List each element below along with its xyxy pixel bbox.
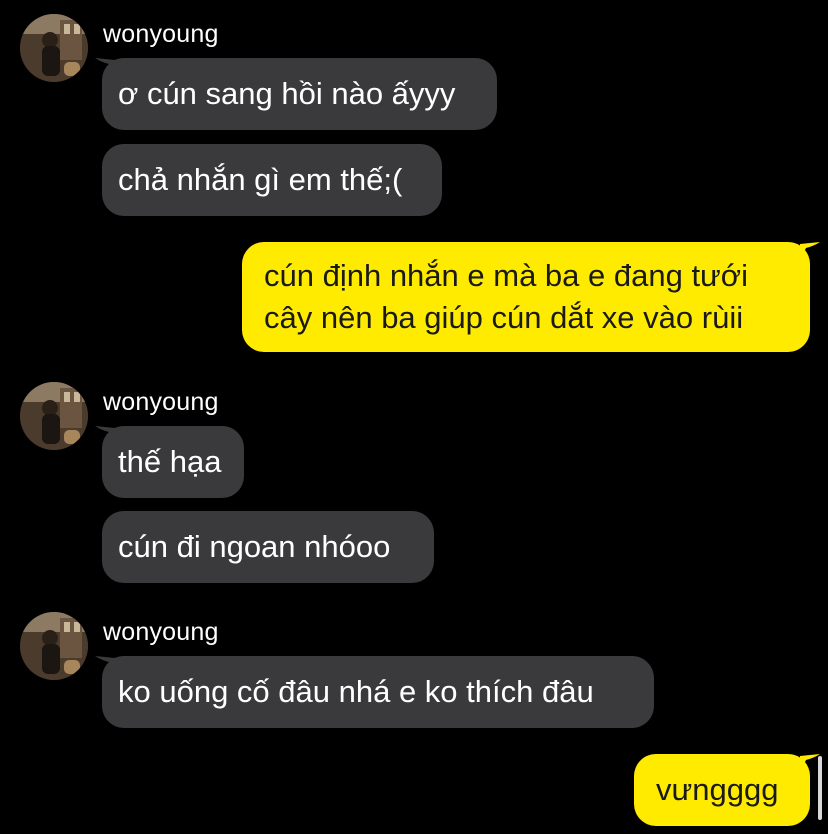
avatar-photo-icon — [20, 382, 88, 450]
message-text: cún định nhắn e mà ba e đang tưới cây nê… — [264, 258, 749, 335]
message-bubble-outgoing[interactable]: vưngggg — [634, 754, 810, 826]
avatar-photo-icon — [20, 612, 88, 680]
sender-name: wonyoung — [103, 388, 219, 416]
sender-name: wonyoung — [103, 20, 219, 48]
bubble-tail-icon — [800, 754, 820, 772]
message-text: chả nhắn gì em thế;( — [118, 162, 403, 197]
chat-window: wonyoung ơ cún sang hồi nào ấyyy chả nhắ… — [0, 0, 828, 834]
message-bubble-incoming[interactable]: ơ cún sang hồi nào ấyyy — [102, 58, 497, 130]
message-bubble-incoming[interactable]: ko uống cố đâu nhá e ko thích đâu — [102, 656, 654, 728]
avatar[interactable] — [20, 612, 88, 680]
message-bubble-incoming[interactable]: cún đi ngoan nhóoo — [102, 511, 434, 583]
bubble-tail-icon — [800, 242, 820, 260]
message-text: thế hạa — [118, 444, 222, 479]
message-text: cún đi ngoan nhóoo — [118, 529, 391, 564]
avatar[interactable] — [20, 14, 88, 82]
message-text: ơ cún sang hồi nào ấyyy — [118, 76, 456, 111]
message-bubble-incoming[interactable]: chả nhắn gì em thế;( — [102, 144, 442, 216]
message-bubble-outgoing[interactable]: cún định nhắn e mà ba e đang tưới cây nê… — [242, 242, 810, 352]
sender-name: wonyoung — [103, 618, 219, 646]
message-text: vưngggg — [656, 772, 779, 807]
message-bubble-incoming[interactable]: thế hạa — [102, 426, 244, 498]
scrollbar[interactable] — [818, 756, 822, 820]
message-text: ko uống cố đâu nhá e ko thích đâu — [118, 674, 594, 709]
avatar[interactable] — [20, 382, 88, 450]
avatar-photo-icon — [20, 14, 88, 82]
